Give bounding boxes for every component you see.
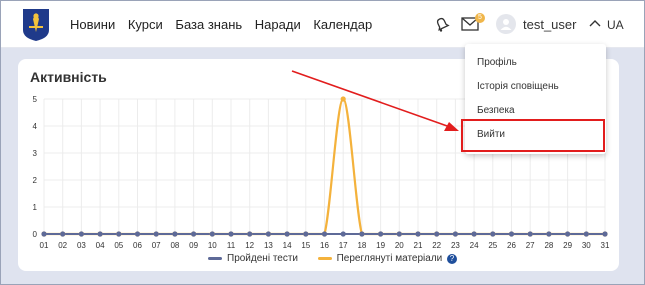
annotation-arrow [291,70,459,131]
